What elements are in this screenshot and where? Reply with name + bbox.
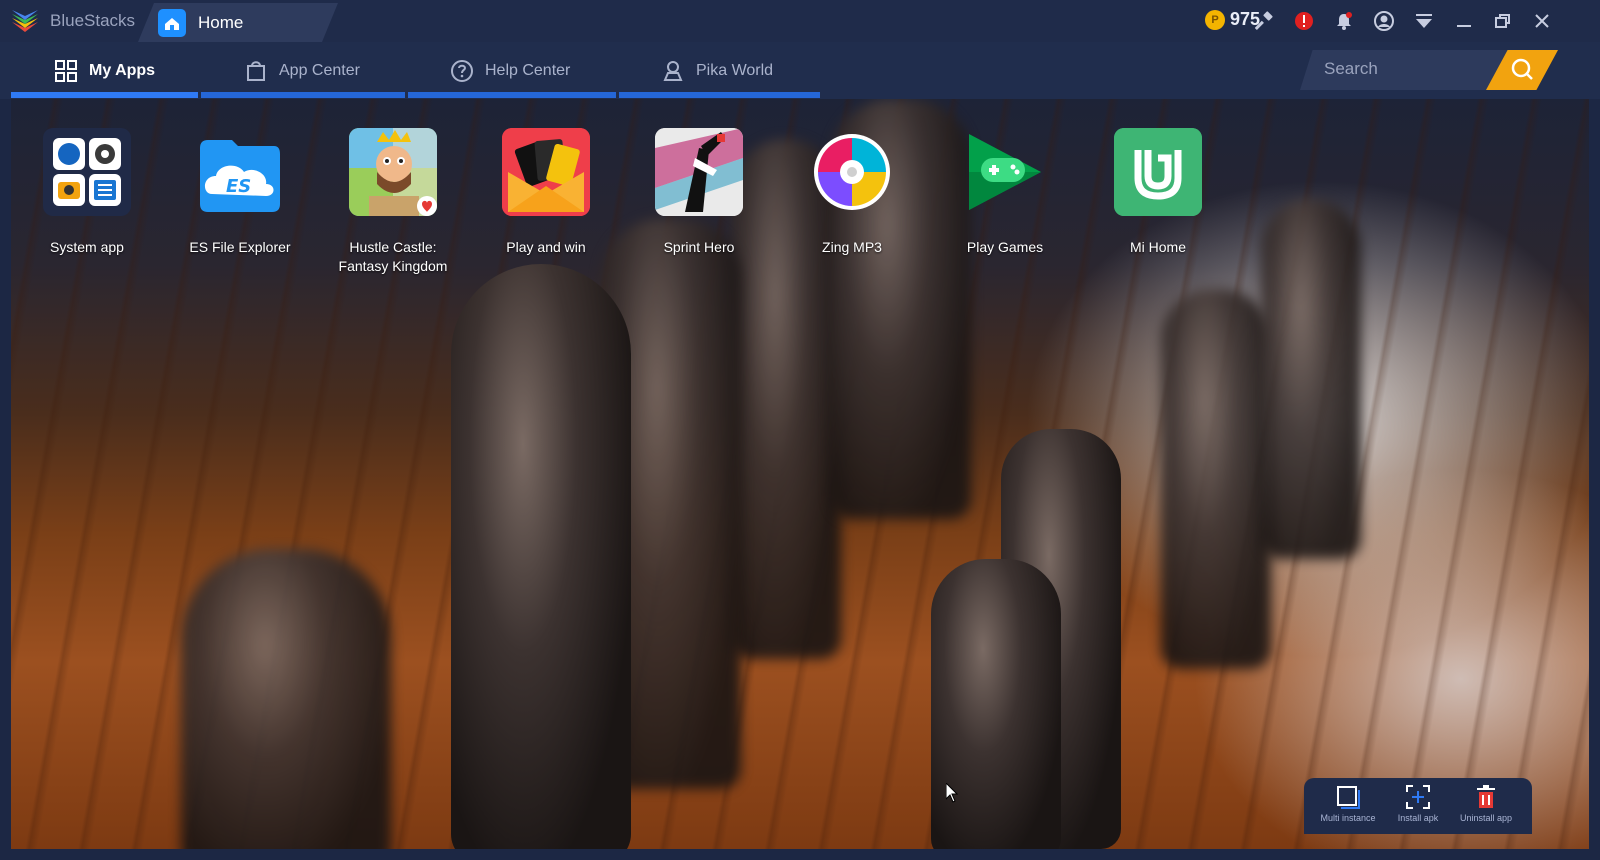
zing-mp3-icon: [808, 128, 896, 216]
app-label: Play and win: [506, 239, 586, 255]
app-es-file-explorer[interactable]: ES ES File Explorer: [164, 128, 316, 257]
multi-instance-button[interactable]: Multi instance: [1312, 784, 1384, 823]
app-label: Mi Home: [1129, 239, 1186, 255]
close-icon[interactable]: [1532, 11, 1552, 31]
restore-icon[interactable]: [1493, 11, 1513, 31]
system-app-icon: [43, 128, 131, 216]
app-label: System app: [50, 239, 124, 255]
multi-instance-label: Multi instance: [1320, 813, 1376, 823]
search-input[interactable]: [1324, 59, 1494, 79]
coin-balance[interactable]: P 975: [1205, 9, 1260, 30]
app-system-app[interactable]: System app: [11, 128, 163, 257]
uninstall-app-button[interactable]: Uninstall app: [1450, 784, 1522, 823]
question-circle-icon: [451, 59, 473, 82]
home-tab-label: Home: [198, 13, 244, 32]
home-tab[interactable]: Home: [138, 3, 338, 42]
app-play-and-win[interactable]: Play and win: [470, 128, 622, 257]
app-label: Play Games: [966, 239, 1044, 255]
chess-piece: [1261, 199, 1361, 559]
app-mi-home[interactable]: Mi Home: [1082, 128, 1234, 257]
chess-piece: [451, 264, 631, 849]
tab-pika-world-underline: [619, 92, 820, 98]
tab-my-apps[interactable]: My Apps: [55, 42, 155, 99]
search-field: [1300, 50, 1510, 90]
app-play-games[interactable]: Play Games: [929, 128, 1081, 257]
alert-icon[interactable]: [1294, 11, 1314, 31]
chess-piece: [1161, 289, 1271, 669]
app-label: Zing MP3: [822, 239, 882, 255]
app-label: Sprint Hero: [663, 239, 735, 255]
play-games-icon: [961, 128, 1049, 216]
menu-dropdown-icon[interactable]: [1414, 11, 1434, 31]
shopping-bag-icon: [247, 60, 265, 81]
sprint-hero-icon: [655, 128, 743, 216]
notification-bell-icon[interactable]: [1334, 11, 1354, 31]
chess-piece: [181, 549, 391, 849]
home-icon: [158, 9, 186, 37]
hustle-castle-icon: [349, 128, 437, 216]
grid-icon: [55, 59, 77, 82]
tab-help-center-label: Help Center: [485, 61, 571, 79]
tab-app-center-label: App Center: [279, 61, 360, 79]
tab-pika-world[interactable]: Pika World: [662, 42, 773, 99]
tab-pika-world-label: Pika World: [696, 61, 774, 79]
app-label: ES File Explorer: [189, 239, 291, 255]
account-icon[interactable]: [1374, 11, 1394, 31]
trash-icon: [1477, 785, 1495, 808]
play-and-win-icon: [502, 128, 590, 216]
app-zing-mp3[interactable]: Zing MP3: [776, 128, 928, 257]
uninstall-app-label: Uninstall app: [1459, 813, 1513, 823]
tab-my-apps-label: My Apps: [89, 61, 156, 79]
mi-home-icon: [1114, 128, 1202, 216]
app-sprint-hero[interactable]: Sprint Hero: [623, 128, 775, 257]
install-apk-button[interactable]: Install apk: [1382, 784, 1454, 823]
mouse-cursor-icon: [946, 783, 958, 803]
search-box: [1300, 50, 1560, 90]
svg-text:ES: ES: [226, 176, 251, 197]
tab-app-center-underline: [201, 92, 405, 98]
install-apk-icon: [1406, 785, 1430, 809]
tab-help-center[interactable]: Help Center: [451, 42, 570, 99]
minimize-icon[interactable]: [1454, 11, 1474, 31]
hammer-icon[interactable]: [1255, 11, 1275, 31]
app-label: Hustle Castle: Fantasy Kingdom: [338, 239, 448, 274]
coin-icon: P: [1205, 9, 1225, 30]
install-apk-label: Install apk: [1397, 813, 1439, 823]
app-hustle-castle[interactable]: Hustle Castle: Fantasy Kingdom: [317, 128, 469, 276]
chess-piece: [931, 559, 1061, 849]
multi-instance-icon: [1337, 786, 1360, 809]
tab-app-center[interactable]: App Center: [245, 42, 360, 99]
nav-bar: My Apps App Center Help Center Pika Worl…: [0, 42, 1600, 99]
brand: BlueStacks: [10, 8, 135, 34]
title-bar: BlueStacks Home P 975: [0, 0, 1600, 42]
map-pin-icon: [663, 60, 683, 81]
brand-name: BlueStacks: [50, 11, 136, 30]
es-file-explorer-icon: ES: [196, 128, 284, 216]
bottom-toolbar: Multi instance Install apk Uninstall app: [1304, 778, 1532, 834]
bluestacks-logo-icon: [12, 10, 38, 32]
tab-my-apps-underline: [11, 92, 198, 98]
tab-help-center-underline: [408, 92, 616, 98]
